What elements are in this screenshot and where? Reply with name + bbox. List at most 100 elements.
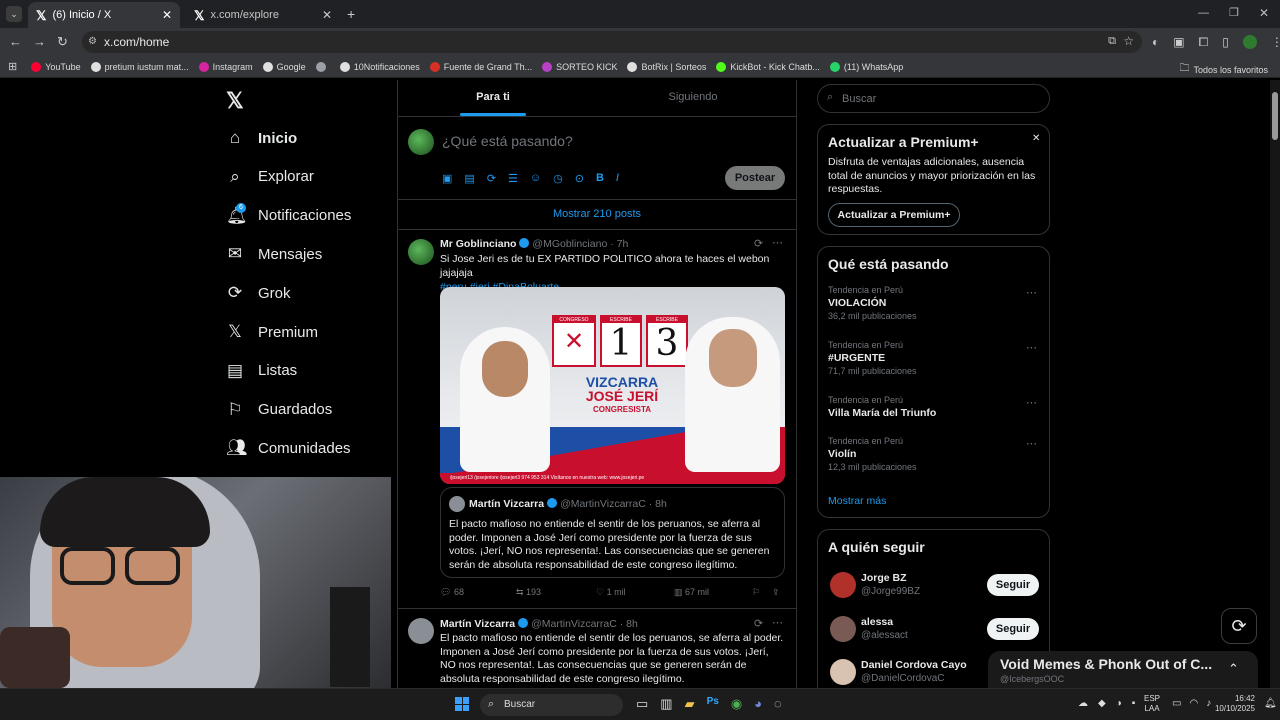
follow-name[interactable]: alessa [861,616,893,628]
tab-para-ti[interactable]: Para ti [398,80,588,117]
scrollbar-thumb[interactable] [1272,92,1278,140]
nav-item-comunidades[interactable]: 👥︎ Comunidades [226,438,351,458]
tab-search-button[interactable]: ⌄ [6,6,22,22]
follow-button[interactable]: Seguir [987,574,1039,596]
bookmark-item[interactable]: BotRix | Sorteos [627,61,706,72]
bookmark-item[interactable]: pretium iustum mat... [90,61,189,72]
language-indicator[interactable]: ESP LAA [1144,694,1160,714]
follow-suggestion[interactable]: alessa @alessact Seguir [828,614,1043,650]
premium-upgrade-button[interactable]: Actualizar a Premium+ [828,203,960,227]
author-name[interactable]: Mr Goblinciano [440,238,516,250]
grok-icon[interactable]: ⟳ [487,172,496,185]
nav-item-mensajes[interactable]: ✉ Mensajes [226,244,322,264]
discord-icon[interactable]: ◕ [754,696,762,712]
more-icon[interactable]: ⋯ [1026,286,1037,299]
file-explorer-icon[interactable]: ▰ [685,696,695,712]
task-view-icon[interactable]: ▭ [636,696,648,712]
tray-icon[interactable]: ◑ [1116,698,1122,709]
author-handle[interactable]: @MGoblinciano · 7h [532,238,628,250]
close-window-icon[interactable]: ✕ [1259,6,1269,20]
more-icon[interactable]: ⋯ [1026,437,1037,450]
forward-icon[interactable]: → [33,35,46,48]
bookmark-item[interactable]: KickBot - Kick Chatb... [716,61,820,72]
follow-handle[interactable]: @alessact [861,630,908,641]
nav-item-grok[interactable]: ⟳ Grok [226,283,291,303]
install-app-icon[interactable]: ⧉ [1108,35,1116,48]
bookmark-item[interactable]: 10Notificaciones [339,61,420,72]
gif-icon[interactable]: ▤ [464,172,474,185]
wifi-icon[interactable]: ◠ [1189,698,1198,709]
browser-tab-home[interactable]: 𝕏 (6) Inicio / X ✕ [28,2,180,28]
bookmark-item[interactable]: Google [262,61,306,72]
bookmark-item[interactable]: (11) WhatsApp [829,61,903,72]
location-icon[interactable]: ⊙ [575,172,584,185]
trend-item[interactable]: Tendencia en Perú #URGENTE 71,7 mil public… [828,340,1043,388]
address-bar[interactable]: ⚙ x.com/home ⧉ ☆ [82,31,1142,53]
avatar[interactable] [830,615,856,642]
taskbar-search[interactable]: ⌕ Buscar [480,694,623,716]
sidebar-icon[interactable]: ▯ [1222,35,1229,50]
schedule-icon[interactable]: ◷ [553,172,563,185]
clock[interactable]: 16:42 10/10/2025 [1205,694,1255,714]
grok-floating-button[interactable]: ⟳ [1221,608,1257,644]
avatar[interactable] [449,496,465,512]
avatar[interactable] [408,618,434,644]
more-icon[interactable]: ⋯ [772,236,783,249]
notifications-icon[interactable]: 🔔︎ [1264,698,1277,709]
tweet[interactable]: Mr Goblinciano @MGoblinciano · 7h ⟳ ⋯ Si … [398,231,796,609]
grok-icon[interactable]: ⟳ [754,617,763,630]
bookmark-item[interactable]: Instagram [198,61,253,72]
reload-icon[interactable]: ↻ [57,35,68,48]
browser-tab-explore[interactable]: 𝕏 x.com/explore ✕ [186,2,340,28]
new-tab-icon[interactable]: + [347,6,355,22]
close-icon[interactable]: ✕ [1032,133,1040,144]
avatar[interactable] [830,659,856,685]
nav-item-inicio[interactable]: ⌂ Inicio [226,128,297,148]
author-handle[interactable]: @MartinVizcarraC · 8h [560,498,667,510]
profile-avatar[interactable] [1242,35,1257,49]
avatar[interactable] [830,572,856,598]
italic-icon[interactable]: I [616,172,619,185]
more-icon[interactable]: ⋯ [1026,341,1037,354]
tray-icon[interactable]: ▪ [1132,698,1136,709]
chrome-icon[interactable]: ◉ [731,696,742,712]
quoted-tweet[interactable]: Martín Vizcarra @MartinVizcarraC · 8h El … [440,487,785,578]
search-input[interactable]: ⌕ Buscar [817,84,1050,113]
more-icon[interactable]: ⋯ [1026,396,1037,409]
extension-icon[interactable]: ◐ [1152,35,1159,50]
tab-siguiendo[interactable]: Siguiendo [598,80,788,117]
like-action[interactable]: ♡ 1 mil [596,587,626,598]
all-bookmarks[interactable]: 🗀 Todos los favoritos [1179,61,1268,78]
tweet-image[interactable]: CONGRESO ✕ ESCRIBE 1 ESCRIBE 3 VIZCARRA … [440,287,785,484]
poll-icon[interactable]: ☰ [508,172,518,185]
cloud-icon[interactable]: ☁ [1078,698,1088,709]
post-button[interactable]: Postear [725,166,785,190]
retweet-action[interactable]: ⇆ 193 [516,587,541,598]
close-tab-icon[interactable]: ✕ [322,8,332,22]
close-tab-icon[interactable]: ✕ [162,8,172,22]
extension-icon[interactable]: ▣ [1173,35,1184,50]
grok-icon[interactable]: ⟳ [754,237,763,250]
bookmark-item[interactable]: YouTube [31,61,81,72]
follow-name[interactable]: Jorge BZ [861,572,907,584]
author-name[interactable]: Martín Vizcarra [440,618,515,630]
avatar[interactable] [408,239,434,265]
bookmark-item[interactable] [315,61,330,72]
trend-item[interactable]: Tendencia en Perú VIOLACIÓN 36,2 mil publi… [828,285,1043,333]
nav-item-guardados[interactable]: ⚐ Guardados [226,400,332,420]
back-icon[interactable]: ← [9,35,22,48]
nav-item-notificaciones[interactable]: 🔔︎ 6 Notificaciones [226,202,351,226]
minimize-icon[interactable]: — [1198,7,1209,19]
follow-handle[interactable]: @DanielCordovaC [861,673,945,684]
expand-icon[interactable]: ⌃ [1228,661,1239,677]
site-info-icon[interactable]: ⚙ [88,36,97,47]
media-icon[interactable]: ▣ [442,172,452,185]
bold-icon[interactable]: B [596,172,604,185]
show-more-trends[interactable]: Mostrar más [828,495,886,507]
bookmark-item[interactable]: SORTEO KICK [542,61,617,72]
views-action[interactable]: ▥ 67 mil [674,587,709,598]
app-icon[interactable]: ◌ [774,696,782,712]
nav-item-listas[interactable]: ▤ Listas [226,361,297,381]
trend-item[interactable]: Tendencia en Perú Violín 12,3 mil publicac… [828,436,1043,484]
emoji-icon[interactable]: ☺ [530,172,541,185]
